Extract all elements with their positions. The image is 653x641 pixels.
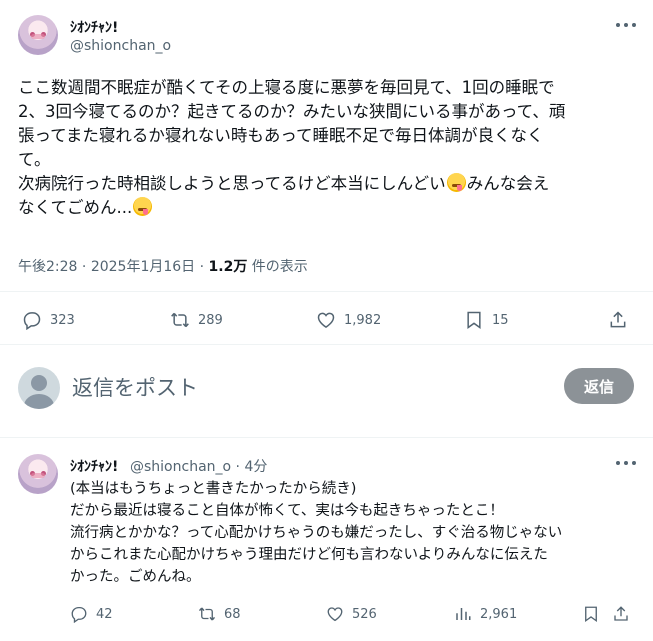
post-time[interactable]: 午後2:28	[18, 259, 77, 275]
reply-handle[interactable]: @shionchan_o	[130, 459, 231, 475]
like-count: 1,982	[344, 312, 382, 328]
repost-count: 289	[198, 312, 223, 328]
like-button[interactable]: 1,982	[316, 310, 381, 330]
post-meta: 午後2:28 · 2025年1月16日 · 1.2万 件の表示	[18, 259, 308, 275]
drooling-face-emoji	[133, 197, 153, 216]
post-line: 2、3回今寝てるのか？起きてるのか？みたいな狭間にいる事があって、頑	[18, 102, 566, 121]
like-button[interactable]: 526	[326, 605, 377, 623]
divider	[0, 344, 653, 345]
post-line: 張ってまた寝れるか寝れない時もあって睡眠不足で毎日体調が良くなく	[18, 126, 544, 145]
repost-icon	[171, 312, 189, 328]
reply-line: だから最近は寝ること自体が怖くて、実は今も起きちゃったとこ！	[70, 503, 504, 519]
views-label: 件の表示	[251, 259, 308, 275]
heart-icon	[327, 607, 343, 622]
repost-count: 68	[224, 606, 241, 622]
post-line: て。	[18, 150, 51, 169]
bookmark-button[interactable]: 15	[464, 310, 509, 330]
reply-button[interactable]: 323	[22, 310, 75, 330]
reply-line: (本当はもうちょっと書きたかったから続き)	[70, 481, 357, 497]
post-line: ここ数週間不眠症が酷くてその上寝る度に悪夢を毎回見て、1回の睡眠で	[18, 78, 555, 97]
reply-count: 42	[96, 606, 113, 622]
reply-time[interactable]: 4分	[244, 459, 267, 475]
post-text: ここ数週間不眠症が酷くてその上寝る度に悪夢を毎回見て、1回の睡眠で 2、3回今寝…	[18, 76, 638, 220]
reply-line: かった。ごめんね。	[70, 569, 201, 585]
views-count: 2,961	[480, 606, 518, 622]
post-line: みんな会え	[466, 174, 550, 193]
more-icon[interactable]	[616, 460, 636, 466]
share-button[interactable]	[608, 310, 628, 330]
bookmark-icon	[467, 311, 481, 329]
post-date[interactable]: 2025年1月16日	[91, 259, 195, 275]
display-name[interactable]: ｼｵﾝﾁｬﾝ!	[70, 456, 118, 476]
reply-button[interactable]: 42	[70, 605, 113, 623]
display-name[interactable]: ｼｵﾝﾁｬﾝ!	[70, 17, 118, 37]
divider	[0, 291, 653, 292]
share-icon	[610, 311, 626, 328]
reply-submit-button[interactable]: 返信	[564, 368, 634, 404]
views-icon	[456, 608, 471, 620]
reply-icon	[23, 312, 41, 330]
heart-icon	[317, 312, 335, 328]
avatar	[18, 367, 60, 409]
avatar[interactable]	[18, 15, 58, 55]
more-icon[interactable]	[616, 22, 636, 28]
reply-input[interactable]: 返信をポスト	[72, 372, 198, 402]
repost-button[interactable]: 68	[198, 605, 241, 623]
post-line: 次病院行った時相談しようと思ってるけど本当にしんどい	[18, 174, 446, 193]
reply-icon	[71, 606, 87, 623]
bookmark-button[interactable]	[582, 605, 600, 623]
avatar[interactable]	[18, 454, 58, 494]
drooling-face-emoji	[446, 173, 466, 192]
views-count: 1.2万	[208, 259, 248, 275]
post-line: なくてごめん...	[18, 198, 133, 217]
bookmark-icon	[585, 606, 597, 623]
user-handle[interactable]: @shionchan_o	[70, 38, 171, 54]
views-button[interactable]: 2,961	[454, 605, 517, 623]
reply-line: からこれまた心配かけちゃう理由だけど何も言わないよりみんなに伝えた	[70, 547, 548, 563]
divider	[0, 437, 653, 438]
reply-line: 流行病とかかな？って心配かけちゃうのも嫌だったし、すぐ治る物じゃない	[70, 525, 563, 541]
bookmark-count: 15	[492, 312, 509, 328]
reply-text: (本当はもうちょっと書きたかったから続き) だから最近は寝ること自体が怖くて、実…	[70, 478, 640, 588]
like-count: 526	[352, 606, 377, 622]
repost-button[interactable]: 289	[170, 310, 223, 330]
share-icon	[614, 606, 628, 621]
repost-icon	[198, 607, 216, 621]
reply-count: 323	[50, 312, 75, 328]
user-handle: @shionchan_o · 4分	[130, 459, 268, 475]
share-button[interactable]	[612, 605, 630, 623]
